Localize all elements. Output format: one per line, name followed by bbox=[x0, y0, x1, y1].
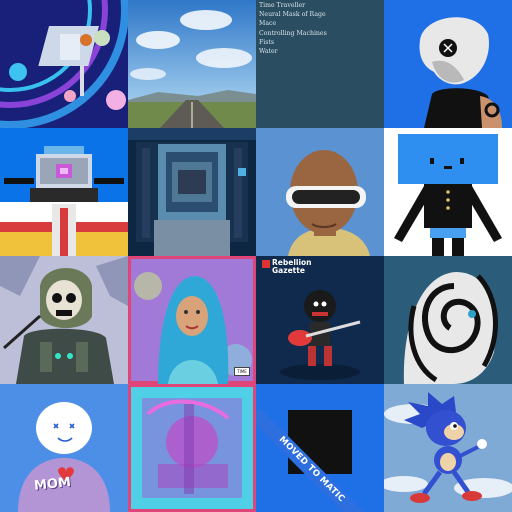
tile-pixel-robot[interactable] bbox=[0, 128, 128, 256]
trait-item: Mace bbox=[259, 20, 277, 28]
trait-item: Neural Mask of Rage bbox=[259, 11, 326, 19]
space-picnic-image bbox=[0, 0, 128, 128]
trait-item: Controlling Machines bbox=[259, 29, 327, 37]
hoodie-character-image bbox=[0, 384, 128, 512]
gazette-title-line2: Gazette bbox=[272, 265, 305, 275]
tile-space-picnic[interactable] bbox=[0, 0, 128, 128]
swirl-face-image bbox=[384, 256, 512, 384]
tile-moved-to-matic[interactable]: MOVED TO MATIC bbox=[256, 384, 384, 512]
tile-box-robot[interactable] bbox=[384, 128, 512, 256]
tile-mom-hoodie[interactable]: MOM bbox=[0, 384, 128, 512]
box-robot-image bbox=[384, 128, 512, 256]
tile-hijab-portrait[interactable]: TIME bbox=[128, 256, 256, 384]
guitar-character-image bbox=[256, 256, 384, 384]
moved-card bbox=[288, 410, 352, 474]
tile-pixel-astronaut[interactable] bbox=[128, 128, 256, 256]
pixel-robot-image bbox=[0, 128, 128, 256]
tile-running-hedgehog[interactable] bbox=[384, 384, 512, 512]
tile-swirl-face[interactable] bbox=[384, 256, 512, 384]
portrait-image bbox=[128, 256, 256, 384]
trait-item: Water bbox=[259, 48, 278, 56]
tile-abstract-collage[interactable] bbox=[128, 384, 256, 512]
mom-caption: MOM bbox=[33, 475, 72, 494]
pixel-astronaut-image bbox=[128, 128, 256, 256]
gazette-title: Rebellion Gazette bbox=[272, 259, 312, 274]
tile-rebellion-gazette[interactable]: Rebellion Gazette bbox=[256, 256, 384, 384]
traits-list: Time Traveller Neural Mask of Rage Mace … bbox=[259, 1, 327, 56]
hedgehog-image bbox=[384, 384, 512, 512]
tile-cyber-skull[interactable] bbox=[0, 256, 128, 384]
cyber-skull-image bbox=[0, 256, 128, 384]
tile-desert-road[interactable] bbox=[128, 0, 256, 128]
trait-item: Time Traveller bbox=[259, 2, 306, 9]
landscape-image bbox=[128, 0, 256, 128]
tile-vr-avatar[interactable] bbox=[256, 128, 384, 256]
trait-item: Fists bbox=[259, 38, 275, 46]
vr-avatar-image bbox=[256, 128, 384, 256]
abstract-image bbox=[128, 384, 256, 512]
nft-gallery-grid: Time Traveller Neural Mask of Rage Mace … bbox=[0, 0, 512, 512]
signature-badge: TIME bbox=[234, 367, 250, 376]
tile-skull-helmet[interactable] bbox=[384, 0, 512, 128]
skull-helmet-image bbox=[384, 0, 512, 128]
tile-traits-text[interactable]: Time Traveller Neural Mask of Rage Mace … bbox=[256, 0, 384, 128]
